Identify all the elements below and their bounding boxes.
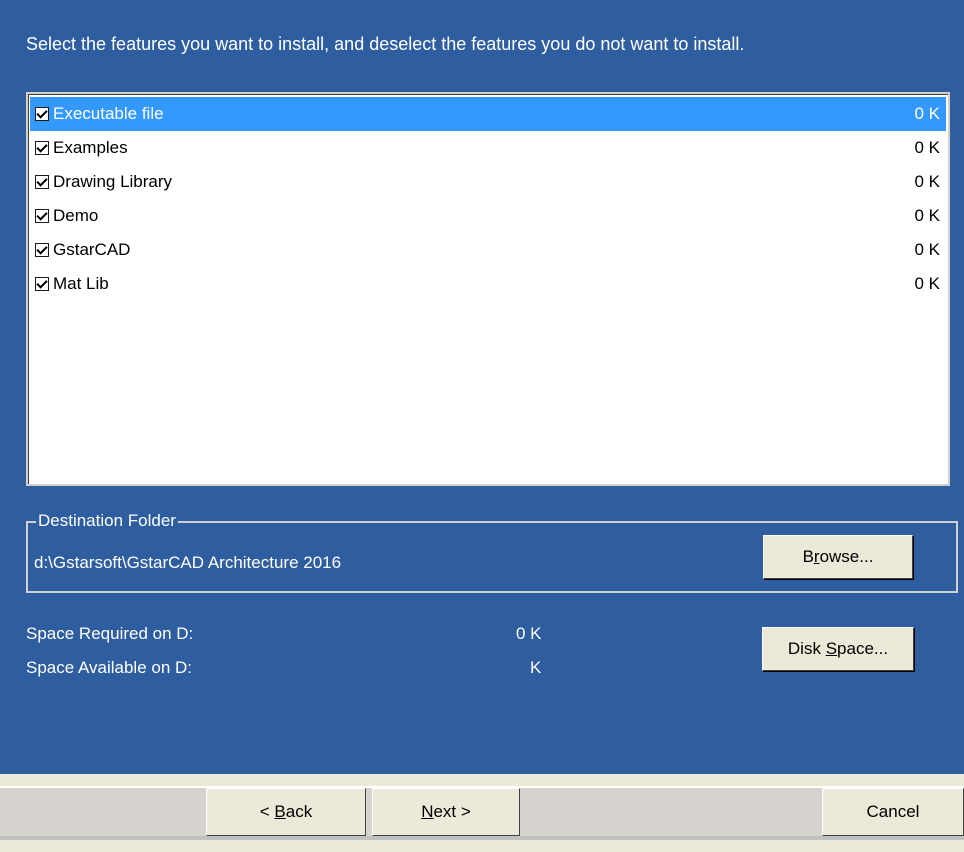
feature-label: Mat Lib: [53, 274, 109, 293]
disk-label-pre: Disk: [787, 639, 826, 658]
checkbox-checked-icon[interactable]: [35, 243, 49, 257]
space-available-label: Space Available on D:: [26, 658, 193, 677]
next-label-accel: N: [421, 802, 434, 821]
back-label-post: ack: [285, 802, 313, 821]
back-label-accel: B: [274, 802, 286, 821]
checkbox-checked-icon[interactable]: [35, 175, 49, 189]
navigation-bar: < Back Next > Cancel: [0, 786, 964, 840]
installer-main-panel: Select the features you want to install,…: [0, 0, 964, 774]
feature-row[interactable]: Examples 0 K: [30, 131, 946, 165]
feature-row[interactable]: Drawing Library 0 K: [30, 165, 946, 199]
checkbox-checked-icon[interactable]: [35, 209, 49, 223]
browse-label-pre: B: [802, 547, 814, 566]
feature-size: 0 K: [914, 172, 940, 191]
feature-label: GstarCAD: [53, 240, 131, 259]
destination-folder-legend: Destination Folder: [36, 511, 178, 531]
feature-row[interactable]: Demo 0 K: [30, 199, 946, 233]
next-button[interactable]: Next >: [372, 788, 520, 836]
instruction-text: Select the features you want to install,…: [26, 34, 745, 54]
feature-size: 0 K: [914, 104, 940, 123]
checkbox-checked-icon[interactable]: [35, 277, 49, 291]
destination-path: d:\Gstarsoft\GstarCAD Architecture 2016: [34, 553, 342, 572]
back-label-pre: <: [259, 802, 275, 821]
disk-label-post: pace...: [837, 639, 889, 658]
back-button[interactable]: < Back: [206, 788, 366, 836]
feature-label: Demo: [53, 206, 99, 225]
feature-size: 0 K: [914, 274, 940, 293]
checkbox-checked-icon[interactable]: [35, 107, 49, 121]
next-label-post: ext >: [433, 802, 471, 821]
space-available-value: K: [530, 658, 542, 677]
disk-label-accel: S: [825, 639, 838, 658]
browse-label-post: owse...: [819, 547, 874, 566]
feature-label: Examples: [53, 138, 128, 157]
browse-button[interactable]: Browse...: [763, 535, 913, 579]
checkbox-checked-icon[interactable]: [35, 141, 49, 155]
feature-label: Executable file: [53, 104, 164, 123]
feature-row[interactable]: Executable file 0 K: [30, 97, 946, 131]
feature-row[interactable]: GstarCAD 0 K: [30, 233, 946, 267]
feature-list[interactable]: Executable file 0 K Examples 0 K Drawing…: [26, 92, 950, 486]
space-required-label: Space Required on D:: [26, 624, 194, 643]
feature-size: 0 K: [914, 138, 940, 157]
disk-space-button[interactable]: Disk Space...: [762, 627, 914, 671]
feature-row[interactable]: Mat Lib 0 K: [30, 267, 946, 301]
feature-size: 0 K: [914, 240, 940, 259]
cancel-button[interactable]: Cancel: [822, 788, 964, 836]
feature-size: 0 K: [914, 206, 940, 225]
feature-label: Drawing Library: [53, 172, 173, 191]
space-required-value: 0 K: [516, 624, 542, 643]
